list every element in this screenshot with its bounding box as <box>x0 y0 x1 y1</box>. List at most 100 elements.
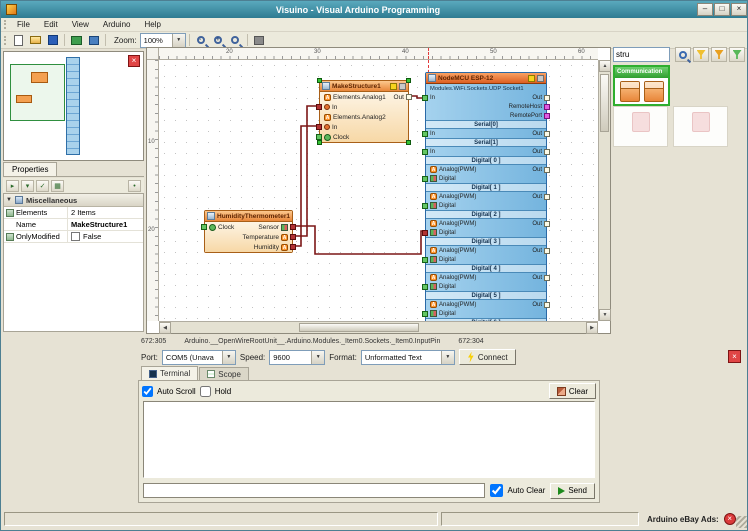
input-pin[interactable] <box>316 104 322 110</box>
output-pin[interactable] <box>544 94 550 101</box>
board-button[interactable] <box>68 33 85 48</box>
chevron-down-icon[interactable]: ▼ <box>171 33 185 47</box>
chevron-down-icon[interactable]: ▼ <box>221 350 235 364</box>
property-pin[interactable] <box>544 112 550 119</box>
selection-handle[interactable] <box>317 140 322 145</box>
save-button[interactable] <box>44 33 61 48</box>
digital-pin[interactable] <box>422 256 428 263</box>
palette-item-dimmed[interactable] <box>673 106 728 147</box>
close-ads-icon[interactable]: × <box>723 513 736 525</box>
digital-pin[interactable] <box>422 229 428 236</box>
chevron-down-icon[interactable]: ▼ <box>6 197 12 203</box>
scroll-down-icon[interactable]: ▼ <box>599 309 611 321</box>
digital-pin[interactable] <box>422 175 428 182</box>
hold-checkbox[interactable] <box>199 385 211 397</box>
selection-handle[interactable] <box>406 78 411 83</box>
output-pin[interactable] <box>544 220 550 227</box>
input-pin[interactable] <box>316 124 322 130</box>
overview-close-icon[interactable]: × <box>128 55 140 67</box>
horizontal-scrollbar[interactable]: ◀ ▶ <box>159 321 598 334</box>
palette-category-selected[interactable]: Communication <box>613 65 670 106</box>
property-pin[interactable] <box>544 103 550 110</box>
property-row[interactable]: OnlyModified False <box>4 231 143 243</box>
menu-view[interactable]: View <box>65 20 96 29</box>
component-header[interactable]: MakeStructure1 <box>320 81 408 92</box>
output-pin[interactable] <box>544 274 550 281</box>
component-humidity-thermometer[interactable]: HumidityThermometer1 Clock Sensor Temper… <box>201 210 296 253</box>
output-pin[interactable] <box>544 148 550 155</box>
output-pin[interactable] <box>544 301 550 308</box>
panel-close-icon[interactable]: × <box>728 350 741 363</box>
input-pin[interactable] <box>422 130 428 137</box>
output-pin[interactable] <box>544 247 550 254</box>
wrench-icon[interactable] <box>399 82 406 90</box>
open-button[interactable] <box>27 33 44 48</box>
minimize-button[interactable]: – <box>697 3 713 16</box>
scroll-left-icon[interactable]: ◀ <box>159 322 171 334</box>
title-bar[interactable]: Visuino - Visual Arduino Programming – □… <box>1 1 747 18</box>
menu-edit[interactable]: Edit <box>37 20 65 29</box>
palette-item-dimmed[interactable] <box>613 106 668 147</box>
auto-scroll-checkbox[interactable] <box>142 385 153 397</box>
port-select[interactable]: COM5 (Unava ▼ <box>161 349 236 365</box>
digital-pin[interactable] <box>422 283 428 290</box>
component-nodemcu[interactable]: NodeMCU ESP-12 Modules.WiFi.Sockets.UDP … <box>422 72 550 321</box>
collapse-all-button[interactable]: ▾ <box>21 179 34 192</box>
checkbox-icon[interactable] <box>71 232 80 241</box>
temperature-pin[interactable] <box>290 234 296 240</box>
tab-terminal[interactable]: Terminal <box>141 366 199 380</box>
humidity-pin[interactable] <box>290 244 296 250</box>
resize-grip[interactable] <box>736 516 747 528</box>
menu-file[interactable]: File <box>10 20 37 29</box>
palette-component-item[interactable] <box>619 81 640 102</box>
edit-pencil-icon[interactable] <box>390 82 397 90</box>
zoom-fit-button[interactable] <box>227 33 244 48</box>
send-button[interactable]: Send <box>550 482 595 499</box>
property-value[interactable]: MakeStructure1 <box>68 220 143 229</box>
maximize-button[interactable]: □ <box>714 3 730 16</box>
design-canvas[interactable]: HumidityThermometer1 Clock Sensor Temper… <box>159 60 598 321</box>
digital-pin[interactable] <box>422 310 428 317</box>
property-row[interactable]: Elements 2 Items <box>4 207 143 219</box>
scroll-right-icon[interactable]: ▶ <box>586 322 598 334</box>
menu-arduino[interactable]: Arduino <box>96 20 138 29</box>
pin-icon[interactable]: • <box>128 179 141 192</box>
menu-grip[interactable] <box>4 20 7 29</box>
auto-clear-checkbox[interactable] <box>489 484 503 497</box>
chevron-down-icon[interactable]: ▼ <box>440 350 454 364</box>
scrollbar-thumb[interactable] <box>299 323 419 332</box>
output-pin[interactable] <box>544 166 550 173</box>
property-value[interactable]: False <box>68 232 143 241</box>
selection-handle[interactable] <box>317 78 322 83</box>
close-button[interactable]: × <box>731 3 747 16</box>
component-make-structure[interactable]: MakeStructure1 A Elements.Analog1 Out In A El… <box>316 78 412 145</box>
digital-pin[interactable] <box>422 202 428 209</box>
output-pin[interactable] <box>406 94 412 100</box>
format-select[interactable]: Unformatted Text ▼ <box>360 349 455 365</box>
output-pin[interactable] <box>544 130 550 137</box>
settings-button[interactable] <box>251 33 268 48</box>
overview-viewport[interactable] <box>10 64 65 121</box>
sensor-pin[interactable] <box>290 224 296 230</box>
property-value[interactable]: 2 Items <box>68 208 143 217</box>
tab-scope[interactable]: Scope <box>199 367 249 380</box>
filter-edit-button[interactable] <box>711 47 727 62</box>
zoom-in-button[interactable]: + <box>210 33 227 48</box>
sort-button[interactable]: ✓ <box>36 179 49 192</box>
scroll-up-icon[interactable]: ▲ <box>599 60 611 72</box>
clear-button[interactable]: Clear <box>548 383 596 399</box>
palette-component-item[interactable] <box>643 81 664 102</box>
terminal-output[interactable] <box>143 401 595 478</box>
wrench-icon[interactable] <box>537 74 544 82</box>
zoom-out-button[interactable]: - <box>193 33 210 48</box>
component-header[interactable]: HumidityThermometer1 <box>205 211 292 222</box>
tab-properties[interactable]: Properties <box>3 162 58 176</box>
filter-button[interactable] <box>693 47 709 62</box>
toolbar-grip[interactable] <box>4 35 7 45</box>
scrollbar-thumb[interactable] <box>600 74 609 132</box>
input-pin[interactable] <box>422 148 428 155</box>
output-pin[interactable] <box>544 193 550 200</box>
menu-help[interactable]: Help <box>137 20 167 29</box>
wire-sensor-to-digital2[interactable] <box>293 225 425 255</box>
edit-pencil-icon[interactable] <box>528 74 535 82</box>
